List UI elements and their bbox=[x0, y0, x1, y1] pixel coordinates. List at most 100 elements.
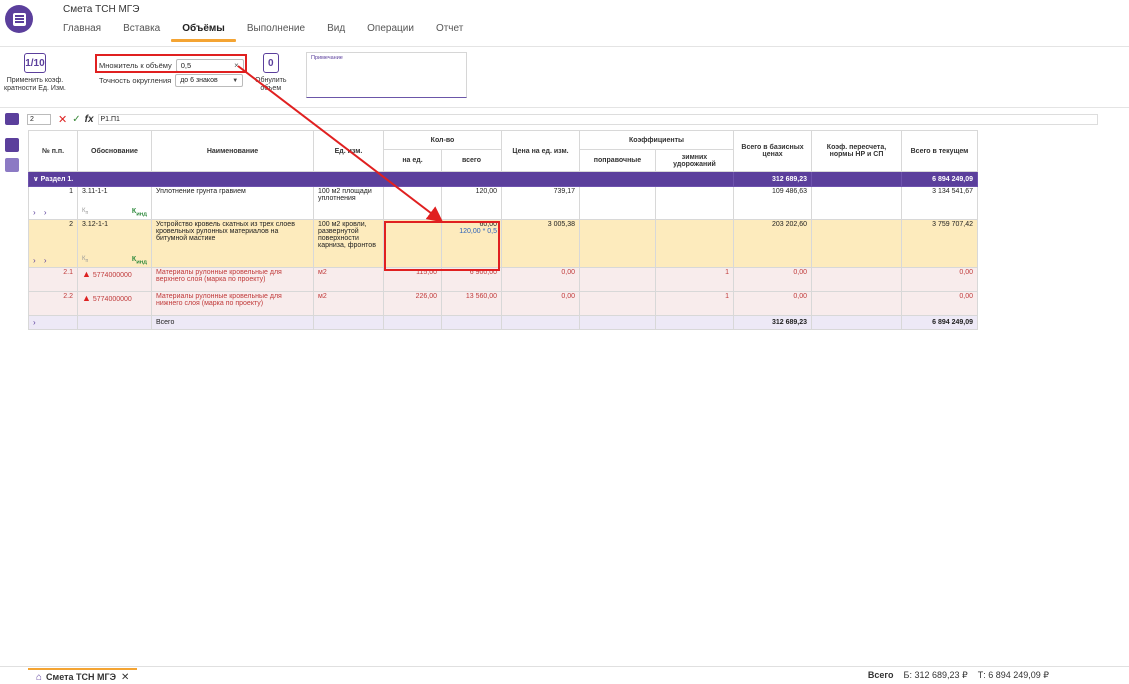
rounding-label: Точность округления bbox=[99, 76, 172, 85]
header-qty: Кол-во bbox=[383, 130, 502, 150]
mat-current: 0,00 bbox=[901, 267, 978, 292]
kind-label: Кинд bbox=[131, 255, 147, 265]
header-qty-total: всего bbox=[441, 149, 502, 172]
header-current: Всего в текущем bbox=[901, 130, 978, 172]
mat-base: 0,00 bbox=[733, 291, 812, 316]
mat-price: 0,00 bbox=[501, 267, 580, 292]
cancel-icon[interactable]: ✕ bbox=[58, 113, 67, 126]
row-unit: 100 м2 кровли, развернутой поверхности к… bbox=[313, 219, 384, 268]
mat-qty-total: 6 900,00 bbox=[441, 267, 502, 292]
header-qty-unit: на ед. bbox=[383, 149, 442, 172]
mat-num: 2.1 bbox=[28, 267, 78, 292]
row-base: 109 486,63 bbox=[733, 186, 812, 220]
cell-reference-input[interactable]: 2 bbox=[27, 113, 51, 125]
fraction-icon: 1/10 bbox=[23, 53, 46, 73]
reset-volume-button[interactable]: 0 Обнулить объем bbox=[255, 53, 287, 93]
row-num: 1 bbox=[69, 188, 73, 195]
grid-icon[interactable] bbox=[5, 113, 19, 125]
close-icon[interactable]: ✕ bbox=[121, 672, 129, 683]
tab-execution[interactable]: Выполнение bbox=[236, 18, 316, 42]
row-base: 203 202,60 bbox=[733, 219, 812, 268]
tab-operations[interactable]: Операции bbox=[356, 18, 425, 42]
row-current: 3 134 541,67 bbox=[901, 186, 978, 220]
app-title: Смета ТСН МГЭ bbox=[63, 4, 140, 15]
mat-unit: м2 bbox=[313, 291, 384, 316]
mat-basis: 5774000000 bbox=[92, 296, 132, 303]
caret-down-icon: ▼ bbox=[232, 77, 239, 84]
header-base: Всего в базисных ценах bbox=[733, 130, 812, 172]
header-price: Цена на ед. изм. bbox=[501, 130, 580, 172]
chevron-down-icon[interactable]: ∨ bbox=[33, 176, 41, 183]
formula-input[interactable]: P1.П1 bbox=[97, 113, 1098, 125]
section-current: 6 894 249,09 bbox=[901, 171, 978, 187]
home-icon: ⌂ bbox=[36, 671, 43, 683]
mat-winter: 1 bbox=[655, 291, 734, 316]
bottom-divider bbox=[0, 666, 1129, 667]
total-row[interactable]: › Всего 312 689,23 6 894 249,09 bbox=[28, 315, 978, 330]
confirm-icon[interactable]: ✓ bbox=[72, 114, 80, 125]
total-label: Всего bbox=[151, 315, 314, 330]
total-current: 6 894 249,09 bbox=[901, 315, 978, 330]
reset-volume-label: Обнулить объем bbox=[255, 77, 287, 92]
warning-icon: ▲ bbox=[82, 293, 91, 303]
row-qty-total[interactable]: 120,00 bbox=[441, 186, 502, 220]
row-basis: 3.11-1-1 bbox=[82, 188, 108, 195]
header-coef-corr: поправочные bbox=[579, 149, 656, 172]
tab-report[interactable]: Отчет bbox=[425, 18, 474, 42]
apply-coef-label: Применить коэф. кратности Ед. Изм. bbox=[4, 77, 66, 92]
expand-icon[interactable]: › › bbox=[33, 208, 50, 217]
zero-icon: 0 bbox=[262, 53, 279, 73]
mat-qty-total: 13 560,00 bbox=[441, 291, 502, 316]
tab-home[interactable]: Главная bbox=[63, 18, 112, 42]
header-num: № п.п. bbox=[28, 130, 78, 172]
header-coef-winter: зимних удорожаний bbox=[655, 149, 734, 172]
material-row[interactable]: 2.2 ▲ 5774000000 Материалы рулонные кров… bbox=[28, 291, 978, 316]
note-input[interactable]: Примечание bbox=[306, 52, 467, 98]
mat-qty-unit[interactable]: 226,00 bbox=[383, 291, 442, 316]
header-unit: Ед. изм. bbox=[313, 130, 384, 172]
kn-label: Кп bbox=[82, 255, 89, 264]
section-label: ∨ Раздел 1. bbox=[28, 171, 734, 187]
tab-view[interactable]: Вид bbox=[316, 18, 356, 42]
kn-label: Кп bbox=[82, 207, 89, 216]
row-current: 3 759 707,42 bbox=[901, 219, 978, 268]
document-tab[interactable]: ⌂ Смета ТСН МГЭ ✕ bbox=[28, 668, 138, 684]
row-price: 3 005,38 bbox=[501, 219, 580, 268]
list-view-icon[interactable] bbox=[5, 158, 19, 172]
header-name: Наименование bbox=[151, 130, 314, 172]
table-row-selected[interactable]: 2 › › 3.12-1-1 Кп Кинд Устройство кровел… bbox=[28, 219, 978, 268]
tab-insert[interactable]: Вставка bbox=[112, 18, 171, 42]
ribbon-tabs: Главная Вставка Объёмы Выполнение Вид Оп… bbox=[63, 18, 474, 42]
tree-view-icon[interactable] bbox=[5, 138, 19, 152]
mat-winter: 1 bbox=[655, 267, 734, 292]
mat-name: Материалы рулонные кровельные для нижнег… bbox=[151, 291, 314, 316]
rounding-select[interactable]: до 6 знаков ▼ bbox=[175, 74, 244, 87]
section-row[interactable]: ∨ Раздел 1. 312 689,23 6 894 249,09 bbox=[28, 171, 978, 187]
row-num: 2 bbox=[69, 221, 73, 228]
row-name: Устройство кровель скатных из трех слоев… bbox=[151, 219, 314, 268]
mat-basis: 5774000000 bbox=[92, 272, 132, 279]
table-row[interactable]: 1 › › 3.11-1-1 Кп Кинд Уплотнение грунта… bbox=[28, 186, 978, 220]
mat-qty-unit[interactable]: 115,00 bbox=[383, 267, 442, 292]
mat-unit: м2 bbox=[313, 267, 384, 292]
header-coefs: Коэффициенты bbox=[579, 130, 734, 150]
status-base-total: Б: 312 689,23 ₽ bbox=[903, 670, 968, 680]
app-menu-icon[interactable] bbox=[5, 5, 33, 33]
tab-volumes[interactable]: Объёмы bbox=[171, 18, 236, 42]
multiplier-highlight bbox=[95, 54, 247, 73]
material-row[interactable]: 2.1 ▲ 5774000000 Материалы рулонные кров… bbox=[28, 267, 978, 292]
apply-coef-button[interactable]: 1/10 Применить коэф. кратности Ед. Изм. bbox=[4, 53, 66, 93]
formula-bar: 2 ✕ ✓ fx P1.П1 bbox=[0, 112, 1129, 126]
estimate-table: № п.п. Обоснование Наименование Ед. изм.… bbox=[28, 130, 978, 330]
warning-icon: ▲ bbox=[82, 269, 91, 279]
status-current-total: Т: 6 894 249,09 ₽ bbox=[977, 670, 1049, 680]
expand-icon[interactable]: › bbox=[33, 318, 39, 327]
fx-icon: fx bbox=[84, 113, 94, 125]
mat-current: 0,00 bbox=[901, 291, 978, 316]
mat-name: Материалы рулонные кровельные для верхне… bbox=[151, 267, 314, 292]
row-name: Уплотнение грунта гравием bbox=[151, 186, 314, 220]
row-price: 739,17 bbox=[501, 186, 580, 220]
mat-num: 2.2 bbox=[28, 291, 78, 316]
qty-cell-highlight bbox=[384, 221, 500, 271]
expand-icon[interactable]: › › bbox=[33, 256, 50, 265]
